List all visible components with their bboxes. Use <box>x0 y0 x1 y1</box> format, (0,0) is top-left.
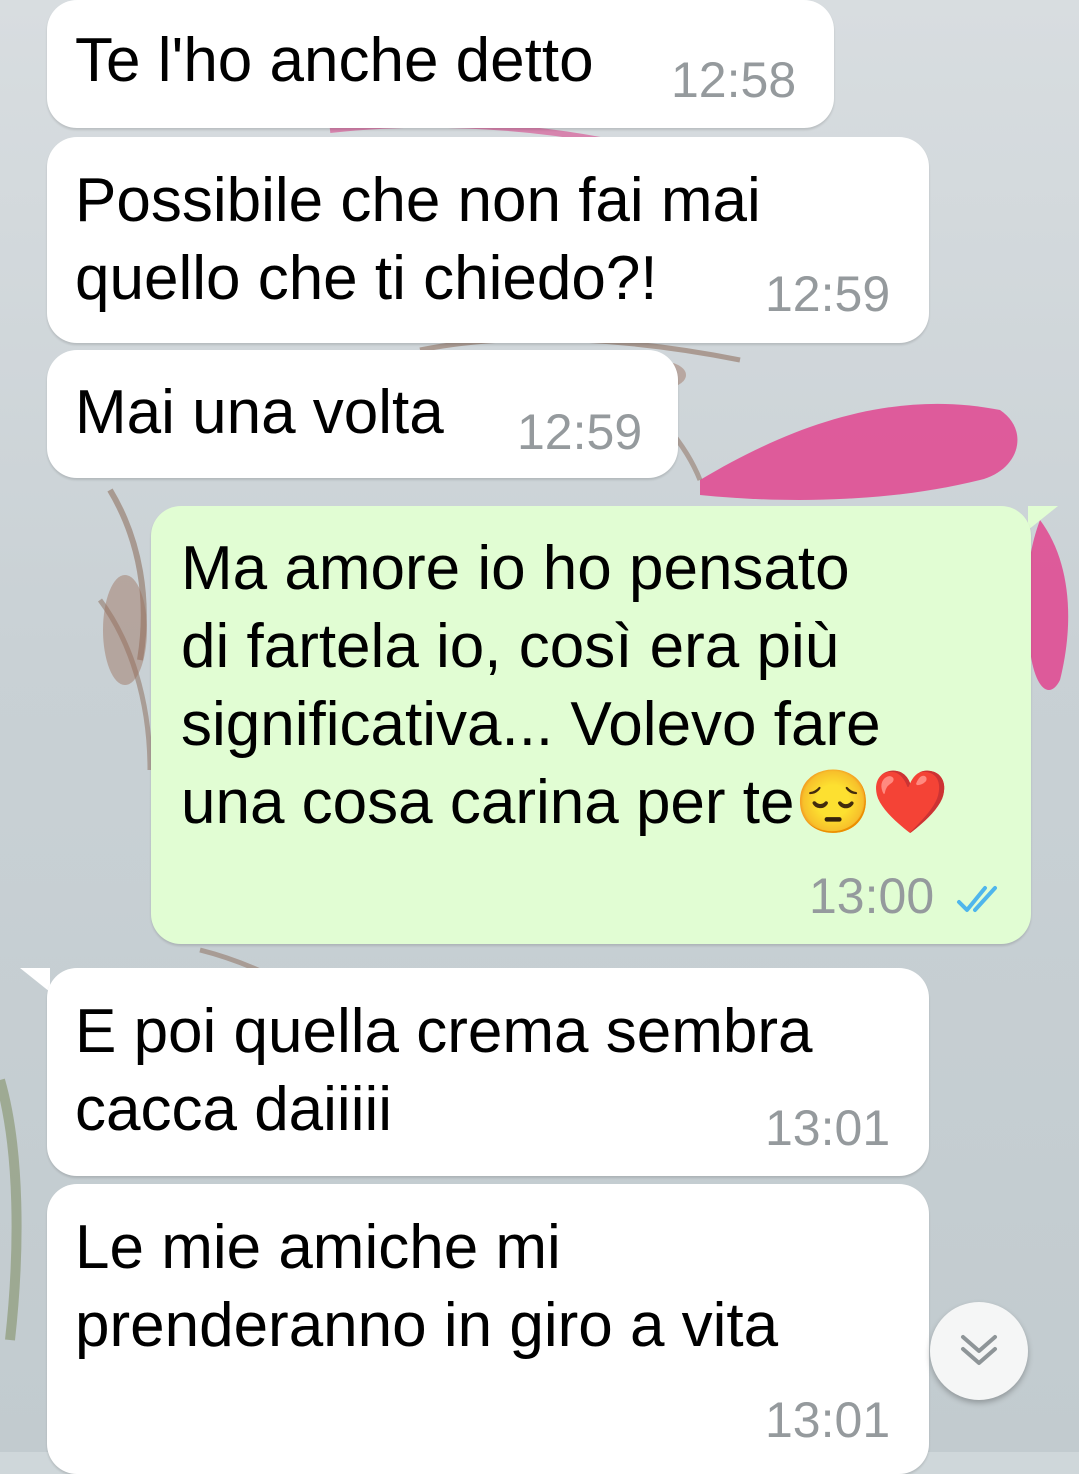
message-text: Ma amore io ho pensato di fartela io, co… <box>181 534 949 837</box>
incoming-message[interactable]: E poi quella crema sembra cacca daiiiii … <box>47 968 929 1176</box>
scroll-to-bottom-button[interactable] <box>930 1302 1028 1400</box>
message-text: E poi quella crema sembra cacca daiiiii <box>75 997 813 1144</box>
incoming-message[interactable]: Le mie amiche mi prenderanno in giro a v… <box>47 1184 929 1474</box>
bubble-tail <box>20 968 50 992</box>
message-time: 12:59 <box>765 266 891 322</box>
double-chevron-down-icon <box>961 1335 997 1365</box>
message-text: Possibile che non fai mai quello che ti … <box>75 166 761 313</box>
read-receipt-icon <box>957 886 997 912</box>
message-text: Te l'ho anche detto <box>75 26 594 95</box>
message-text: Le mie amiche mi prenderanno in giro a v… <box>75 1213 779 1360</box>
outgoing-message[interactable]: Ma amore io ho pensato di fartela io, co… <box>151 506 1031 944</box>
incoming-message[interactable]: Possibile che non fai mai quello che ti … <box>47 137 929 343</box>
message-time: 13:01 <box>765 1392 891 1448</box>
message-time: 12:58 <box>671 52 797 108</box>
message-list[interactable]: Te l'ho anche detto 12:58 Possibile che … <box>0 0 1079 1474</box>
incoming-message[interactable]: Mai una volta 12:59 <box>47 350 678 478</box>
message-time: 13:00 <box>809 868 935 924</box>
message-time: 12:59 <box>517 404 643 460</box>
message-text: Mai una volta <box>75 378 444 447</box>
incoming-message[interactable]: Te l'ho anche detto 12:58 <box>47 0 834 128</box>
message-time: 13:01 <box>765 1100 891 1156</box>
bubble-tail <box>1028 506 1058 530</box>
